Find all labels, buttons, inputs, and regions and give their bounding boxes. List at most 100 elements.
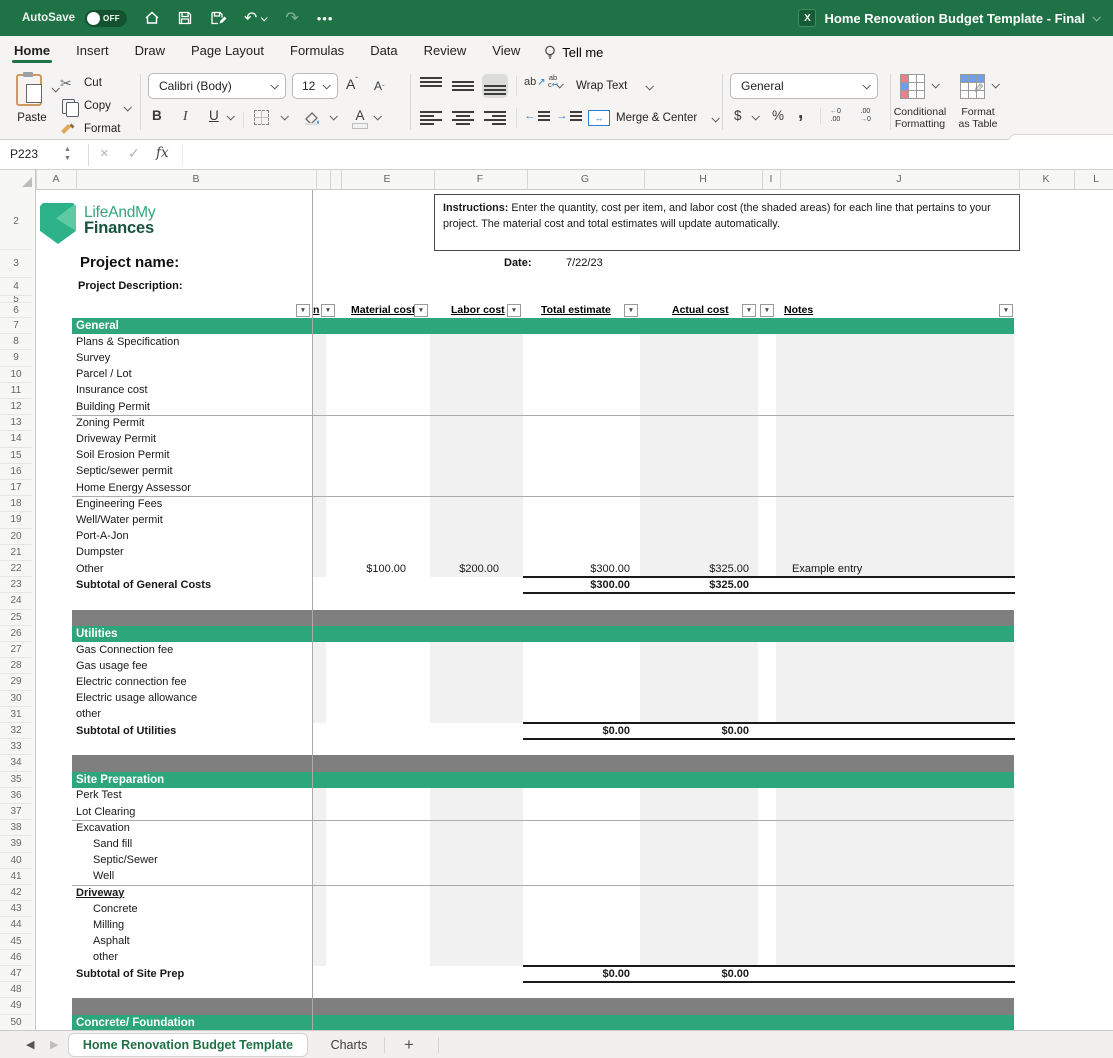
row-header-39[interactable]: 39 (0, 836, 32, 852)
sheet-tab-active[interactable]: Home Renovation Budget Template (68, 1033, 308, 1057)
add-sheet-button[interactable]: + (398, 1034, 420, 1056)
row-label-31[interactable]: other (76, 708, 101, 722)
row-label-9[interactable]: Survey (76, 352, 110, 366)
tab-draw[interactable]: Draw (133, 43, 167, 66)
row-label-36[interactable]: Perk Test (76, 789, 122, 803)
paste-icon[interactable] (14, 72, 48, 106)
row-label-11[interactable]: Insurance cost (76, 384, 148, 398)
fill-color-chevron-icon[interactable] (329, 112, 337, 120)
number-format-select[interactable]: General (730, 73, 878, 99)
cell-E22[interactable]: $100.00 (337, 563, 406, 577)
row-header-40[interactable]: 40 (0, 853, 32, 869)
row-label-18[interactable]: Engineering Fees (76, 498, 162, 512)
conditional-formatting-chevron-icon[interactable] (931, 80, 939, 88)
row-header-38[interactable]: 38 (0, 820, 32, 836)
row-header-23[interactable]: 23 (0, 577, 32, 593)
decrease-indent-icon[interactable]: ← (524, 110, 550, 122)
row-label-46[interactable]: other (93, 951, 118, 965)
row-header-6[interactable]: 6 (0, 303, 32, 318)
format-painter-icon[interactable] (60, 122, 77, 140)
format-painter-button[interactable]: Format (84, 123, 120, 135)
row-header-15[interactable]: 15 (0, 448, 32, 464)
column-title-G[interactable]: Total estimate (541, 304, 611, 317)
sheet-tab-charts[interactable]: Charts (318, 1033, 380, 1057)
align-left-icon[interactable] (418, 106, 444, 130)
increase-font-icon[interactable]: Aˆ (346, 76, 358, 92)
comma-format-icon[interactable]: , (798, 102, 803, 124)
project-name-label[interactable]: Project name: (80, 254, 179, 271)
italic-button[interactable]: I (183, 108, 188, 124)
row-header-4[interactable]: 4 (0, 278, 32, 296)
section-title-7[interactable]: General (76, 319, 119, 333)
bold-button[interactable]: B (152, 108, 162, 123)
filter-button-G[interactable]: ▼ (624, 304, 638, 317)
select-all-corner[interactable] (0, 170, 36, 190)
tab-review[interactable]: Review (422, 43, 469, 66)
underline-chevron-icon[interactable] (226, 112, 234, 120)
row-header-47[interactable]: 47 (0, 966, 32, 982)
row-header-24[interactable]: 24 (0, 593, 32, 609)
row-header-25[interactable]: 25 (0, 610, 32, 626)
row-header-34[interactable]: 34 (0, 755, 32, 771)
next-sheet-icon[interactable]: ▶ (50, 1038, 58, 1051)
row-header-21[interactable]: 21 (0, 545, 32, 561)
row-header-17[interactable]: 17 (0, 480, 32, 496)
row-header-35[interactable]: 35 (0, 772, 32, 788)
cut-button[interactable]: Cut (84, 77, 102, 89)
wrap-text-icon[interactable]: abc↩ (548, 74, 558, 88)
filter-button-I[interactable]: ▼ (760, 304, 774, 317)
filter-button-F[interactable]: ▼ (507, 304, 521, 317)
insert-function-icon[interactable]: fx (156, 145, 169, 161)
row-label-27[interactable]: Gas Connection fee (76, 644, 173, 658)
copy-button[interactable]: Copy (84, 100, 111, 112)
row-header-32[interactable]: 32 (0, 723, 32, 739)
row-header-33[interactable]: 33 (0, 739, 32, 755)
row-label-42[interactable]: Driveway (76, 887, 124, 901)
title-chevron-icon[interactable] (1092, 13, 1100, 21)
row-label-43[interactable]: Concrete (93, 903, 138, 917)
cancel-icon[interactable]: × (100, 145, 109, 162)
font-size-select[interactable]: 12 (292, 73, 338, 99)
paste-chevron-icon[interactable] (51, 84, 59, 92)
section-title-50[interactable]: Concrete/ Foundation (76, 1016, 195, 1030)
currency-chevron-icon[interactable] (751, 112, 759, 120)
filter-button-E[interactable]: ▼ (414, 304, 428, 317)
cell-G22[interactable]: $300.00 (523, 563, 630, 577)
row-label-28[interactable]: Gas usage fee (76, 660, 148, 674)
cell-H32[interactable]: $0.00 (640, 725, 749, 739)
cell-H22[interactable]: $325.00 (640, 563, 749, 577)
wrap-text-chevron-icon[interactable] (645, 82, 653, 90)
row-header-36[interactable]: 36 (0, 788, 32, 804)
name-box-stepper-icon[interactable]: ▲▼ (64, 145, 71, 163)
row-label-40[interactable]: Septic/Sewer (93, 854, 158, 868)
row-header-8[interactable]: 8 (0, 334, 32, 350)
tab-page-layout[interactable]: Page Layout (189, 43, 266, 66)
row-header-19[interactable]: 19 (0, 512, 32, 528)
cell-G23[interactable]: $300.00 (523, 579, 630, 593)
autosave-toggle[interactable]: OFF (85, 10, 127, 27)
tab-home[interactable]: Home (12, 43, 52, 66)
row-label-21[interactable]: Dumpster (76, 546, 124, 560)
row-header-44[interactable]: 44 (0, 917, 32, 933)
tab-formulas[interactable]: Formulas (288, 43, 346, 66)
row-header-28[interactable]: 28 (0, 658, 32, 674)
more-commands-icon[interactable]: ••• (316, 9, 334, 27)
row-header-29[interactable]: 29 (0, 674, 32, 690)
row-label-22[interactable]: Other (76, 563, 104, 577)
formula-input[interactable] (196, 140, 1113, 169)
row-label-45[interactable]: Asphalt (93, 935, 130, 949)
row-label-19[interactable]: Well/Water permit (76, 514, 163, 528)
row-label-23[interactable]: Subtotal of General Costs (76, 579, 211, 593)
row-header-5[interactable]: 5 (0, 296, 32, 303)
date-value[interactable]: 7/22/23 (566, 257, 603, 269)
row-label-38[interactable]: Excavation (76, 822, 130, 836)
row-label-29[interactable]: Electric connection fee (76, 676, 187, 690)
save-icon[interactable] (176, 9, 194, 27)
row-header-12[interactable]: 12 (0, 399, 32, 415)
cell-F22[interactable]: $200.00 (430, 563, 499, 577)
filter-button-H[interactable]: ▼ (742, 304, 756, 317)
row-header-7[interactable]: 7 (0, 318, 32, 334)
tell-me[interactable]: Tell me (544, 45, 603, 66)
align-right-icon[interactable] (482, 106, 508, 130)
merge-center-button[interactable]: Merge & Center (616, 112, 697, 124)
